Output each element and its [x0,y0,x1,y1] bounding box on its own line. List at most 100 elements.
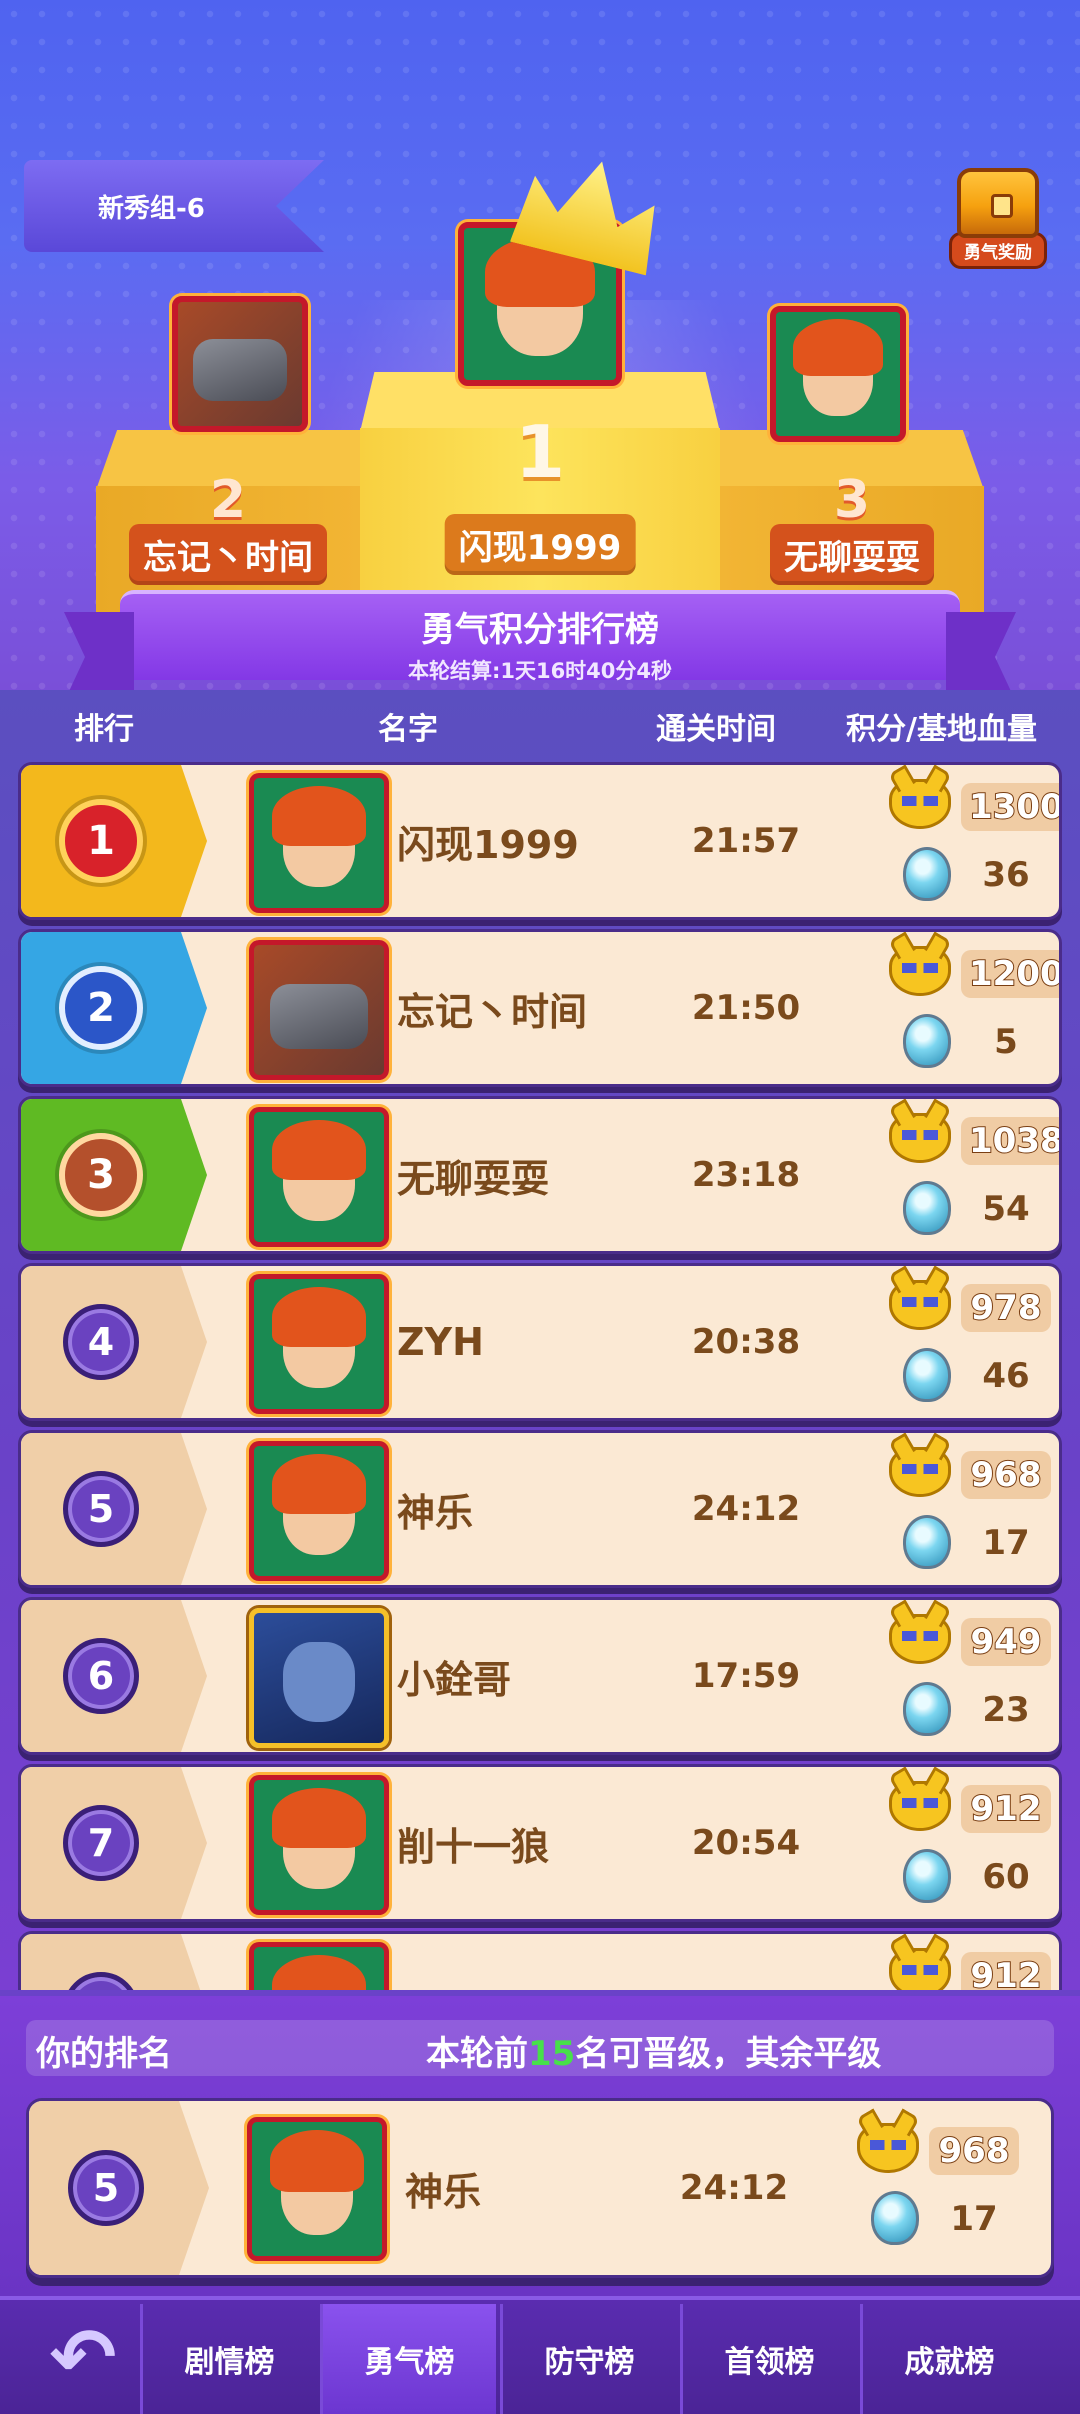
cat-avatar [249,1608,389,1748]
rank-number [63,1972,139,1990]
settlement-countdown: 本轮结算:1天16时40分4秒 [407,659,673,683]
bravery-points-icon [857,2123,919,2173]
avatar[interactable] [249,1775,389,1915]
tab-achievement[interactable]: 成就榜 [860,2304,1036,2414]
banner-title: 勇气积分排行榜 [421,610,659,650]
rank-number: 7 [63,1805,139,1881]
my-score-block: 968 17 [837,2119,1027,2259]
table-row[interactable]: 912 [18,1931,1062,1990]
base-hp-value: 36 [982,855,1030,895]
tab-story[interactable]: 剧情榜 [140,2304,316,2414]
my-player-name: 神乐 [405,2169,482,2214]
back-arrow-icon[interactable]: ↶ [20,2310,146,2404]
bravery-points-icon [889,1781,951,1831]
tab-bravery[interactable]: 勇气榜 [320,2304,496,2414]
base-hp-value: 5 [994,1022,1018,1062]
podium-third-avatar[interactable] [770,306,906,442]
bravery-points-icon [889,1614,951,1664]
my-rank-number: 5 [68,2150,144,2226]
clear-time: 24:12 [691,1489,801,1529]
clear-time: 23:18 [691,1155,801,1195]
score-block: 949 23 [869,1610,1059,1750]
bravery-reward-button[interactable]: 勇气奖励 [940,168,1056,278]
rank-cell: 6 [21,1600,207,1752]
podium-third-name[interactable]: 无聊耍耍 [770,524,934,585]
avatar[interactable] [249,1107,389,1247]
rank-cell [21,1934,207,1990]
clear-time: 17:59 [691,1656,801,1696]
knight-avatar [249,940,389,1080]
clear-time: 21:57 [691,821,801,861]
player-name: 无聊耍耍 [397,1156,550,1201]
rank-medal-icon: 2 [59,966,143,1050]
avatar[interactable] [247,2117,387,2261]
table-row[interactable]: 5 神乐 24:12 968 17 [18,1430,1062,1588]
rank-number: 5 [63,1471,139,1547]
podium-second-avatar[interactable] [172,296,308,432]
avatar[interactable] [249,1274,389,1414]
bravery-points-icon [889,779,951,829]
score-value: 968 [961,1451,1051,1499]
base-hp-value: 60 [982,1857,1030,1897]
podium-second-name[interactable]: 忘记丶时间 [129,524,327,585]
elf-avatar [249,773,389,913]
column-time: 通关时间 [656,712,776,747]
my-base-hp: 17 [950,2199,998,2239]
clear-time: 20:54 [691,1823,801,1863]
tab-boss[interactable]: 首领榜 [680,2304,856,2414]
avatar[interactable] [249,1608,389,1748]
elf-avatar [770,306,906,442]
rank-number: 6 [63,1638,139,1714]
table-row[interactable]: 1 闪现1999 21:57 1300 36 [18,762,1062,920]
promotion-note: 本轮前15名可晋级，其余平级 [426,2034,882,2074]
podium-first-name[interactable]: 闪现1999 [444,514,636,575]
group-label: 新秀组-6 [98,193,205,224]
table-row[interactable]: 4 ZYH 20:38 978 46 [18,1263,1062,1421]
score-block: 1038 54 [869,1109,1059,1249]
avatar[interactable] [249,1441,389,1581]
avatar[interactable] [249,1942,389,1990]
score-value: 912 [961,1952,1051,1990]
table-row[interactable]: 7 削十一狼 20:54 912 60 [18,1764,1062,1922]
bravery-points-icon [889,1447,951,1497]
clear-time: 20:38 [691,1322,801,1362]
treasure-chest-icon [957,168,1039,238]
table-row[interactable]: 3 无聊耍耍 23:18 1038 54 [18,1096,1062,1254]
score-value: 978 [961,1284,1051,1332]
my-rank-row[interactable]: 5 神乐 24:12 968 17 [26,2098,1054,2278]
score-value: 1300 [961,783,1059,831]
bravery-points-icon [889,1113,951,1163]
rank-cell: 1 [21,765,207,917]
leaderboard[interactable]: 排行 名字 通关时间 积分/基地血量 1 闪现1999 21:57 1300 3… [0,690,1080,1990]
base-hp-value: 46 [982,1356,1030,1396]
column-rank: 排行 [74,712,134,747]
table-row[interactable]: 6 小銓哥 17:59 949 23 [18,1597,1062,1755]
score-block: 978 46 [869,1276,1059,1416]
avatar[interactable] [249,940,389,1080]
podium-header: 新秀组-6 勇气奖励 2 忘记丶时间 1 闪现1999 3 无聊耍耍 勇气积分排… [0,0,1080,690]
score-block: 968 17 [869,1443,1059,1583]
group-flag: 新秀组-6 [24,160,324,252]
score-block: 1300 36 [869,775,1059,915]
table-row[interactable]: 2 忘记丶时间 21:50 1200 5 [18,929,1062,1087]
avatar[interactable] [249,773,389,913]
rank-number: 4 [63,1304,139,1380]
my-score: 968 [929,2127,1019,2175]
bravery-points-icon [889,1948,951,1990]
rank-cell: 3 [21,1099,207,1251]
player-name: 小銓哥 [397,1657,512,1702]
rank-medal-icon: 3 [59,1133,143,1217]
score-value: 1200 [961,950,1059,998]
elf-avatar [249,1942,389,1990]
rank-cell: 4 [21,1266,207,1418]
column-score: 积分/基地血量 [846,712,1037,747]
tab-defense[interactable]: 防守榜 [500,2304,676,2414]
knight-avatar [172,296,308,432]
score-value: 949 [961,1618,1051,1666]
player-name: 削十一狼 [397,1824,550,1869]
score-block: 912 60 [869,1777,1059,1917]
base-hp-crystal-icon [903,847,951,901]
ranking-list[interactable]: 1 闪现1999 21:57 1300 36 2 忘记丶时间 21:50 120… [18,762,1062,1990]
base-hp-value: 17 [982,1523,1030,1563]
clear-time: 21:50 [691,988,801,1028]
